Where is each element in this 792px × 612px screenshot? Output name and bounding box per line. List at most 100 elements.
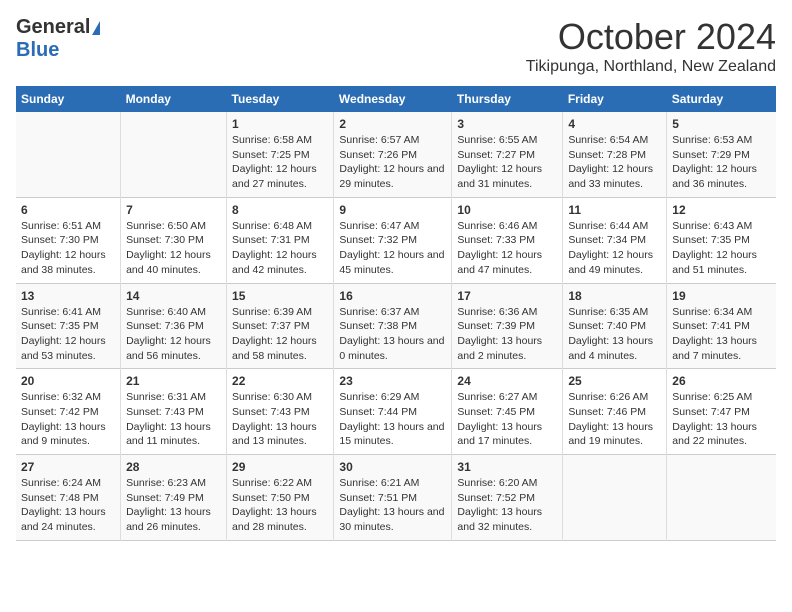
logo-general-text: General xyxy=(16,16,90,39)
month-title: October 2024 xyxy=(526,16,776,58)
day-info: Sunrise: 6:51 AM Sunset: 7:30 PM Dayligh… xyxy=(21,220,106,276)
day-info: Sunrise: 6:39 AM Sunset: 7:37 PM Dayligh… xyxy=(232,306,317,362)
calendar-cell xyxy=(121,112,227,197)
calendar-body: 1 Sunrise: 6:58 AM Sunset: 7:25 PM Daylig… xyxy=(16,112,776,540)
weekday-header-friday: Friday xyxy=(563,86,667,112)
weekday-header-monday: Monday xyxy=(121,86,227,112)
calendar-cell: 24 Sunrise: 6:27 AM Sunset: 7:45 PM Dayli… xyxy=(452,369,563,455)
calendar-cell: 8 Sunrise: 6:48 AM Sunset: 7:31 PM Daylig… xyxy=(227,197,334,283)
day-number: 1 xyxy=(232,117,328,131)
day-info: Sunrise: 6:29 AM Sunset: 7:44 PM Dayligh… xyxy=(339,391,444,447)
day-number: 21 xyxy=(126,374,221,388)
day-info: Sunrise: 6:30 AM Sunset: 7:43 PM Dayligh… xyxy=(232,391,317,447)
calendar-cell: 6 Sunrise: 6:51 AM Sunset: 7:30 PM Daylig… xyxy=(16,197,121,283)
day-number: 31 xyxy=(457,460,557,474)
day-number: 3 xyxy=(457,117,557,131)
day-info: Sunrise: 6:20 AM Sunset: 7:52 PM Dayligh… xyxy=(457,477,542,533)
calendar-cell: 2Sunrise: 6:57 AM Sunset: 7:26 PM Daylig… xyxy=(334,112,452,197)
day-number: 20 xyxy=(21,374,115,388)
day-info: Sunrise: 6:53 AM Sunset: 7:29 PM Dayligh… xyxy=(672,134,757,190)
day-info: Sunrise: 6:31 AM Sunset: 7:43 PM Dayligh… xyxy=(126,391,211,447)
day-number: 11 xyxy=(568,203,661,217)
weekday-header-row: SundayMondayTuesdayWednesdayThursdayFrid… xyxy=(16,86,776,112)
day-info: Sunrise: 6:50 AM Sunset: 7:30 PM Dayligh… xyxy=(126,220,211,276)
day-info: Sunrise: 6:35 AM Sunset: 7:40 PM Dayligh… xyxy=(568,306,653,362)
calendar-cell: 26 Sunrise: 6:25 AM Sunset: 7:47 PM Dayli… xyxy=(667,369,776,455)
title-area: October 2024 Tikipunga, Northland, New Z… xyxy=(526,16,776,76)
calendar-cell: 29Sunrise: 6:22 AM Sunset: 7:50 PM Dayli… xyxy=(227,455,334,541)
day-info: Sunrise: 6:54 AM Sunset: 7:28 PM Dayligh… xyxy=(568,134,653,190)
weekday-header-sunday: Sunday xyxy=(16,86,121,112)
day-number: 5 xyxy=(672,117,771,131)
day-number: 6 xyxy=(21,203,115,217)
day-number: 2 xyxy=(339,117,446,131)
weekday-header-saturday: Saturday xyxy=(667,86,776,112)
calendar-week-1: 1 Sunrise: 6:58 AM Sunset: 7:25 PM Daylig… xyxy=(16,112,776,197)
calendar-table: SundayMondayTuesdayWednesdayThursdayFrid… xyxy=(16,86,776,541)
day-number: 28 xyxy=(126,460,221,474)
calendar-cell: 31 Sunrise: 6:20 AM Sunset: 7:52 PM Dayli… xyxy=(452,455,563,541)
day-info: Sunrise: 6:41 AM Sunset: 7:35 PM Dayligh… xyxy=(21,306,106,362)
day-number: 8 xyxy=(232,203,328,217)
day-number: 24 xyxy=(457,374,557,388)
calendar-cell: 30 Sunrise: 6:21 AM Sunset: 7:51 PM Dayli… xyxy=(334,455,452,541)
weekday-header-tuesday: Tuesday xyxy=(227,86,334,112)
calendar-cell: 21 Sunrise: 6:31 AM Sunset: 7:43 PM Dayli… xyxy=(121,369,227,455)
day-number: 23 xyxy=(339,374,446,388)
day-info: Sunrise: 6:44 AM Sunset: 7:34 PM Dayligh… xyxy=(568,220,653,276)
logo-icon xyxy=(92,21,100,35)
calendar-cell: 9Sunrise: 6:47 AM Sunset: 7:32 PM Daylig… xyxy=(334,197,452,283)
day-number: 4 xyxy=(568,117,661,131)
weekday-header-thursday: Thursday xyxy=(452,86,563,112)
day-info: Sunrise: 6:21 AM Sunset: 7:51 PM Dayligh… xyxy=(339,477,444,533)
calendar-cell: 3 Sunrise: 6:55 AM Sunset: 7:27 PM Daylig… xyxy=(452,112,563,197)
header: General Blue October 2024 Tikipunga, Nor… xyxy=(16,16,776,76)
day-number: 12 xyxy=(672,203,771,217)
logo: General Blue xyxy=(16,16,100,62)
day-info: Sunrise: 6:27 AM Sunset: 7:45 PM Dayligh… xyxy=(457,391,542,447)
calendar-cell: 15 Sunrise: 6:39 AM Sunset: 7:37 PM Dayli… xyxy=(227,283,334,369)
day-number: 16 xyxy=(339,289,446,303)
calendar-cell: 19Sunrise: 6:34 AM Sunset: 7:41 PM Dayli… xyxy=(667,283,776,369)
day-info: Sunrise: 6:40 AM Sunset: 7:36 PM Dayligh… xyxy=(126,306,211,362)
calendar-cell: 11 Sunrise: 6:44 AM Sunset: 7:34 PM Dayli… xyxy=(563,197,667,283)
calendar-cell: 23 Sunrise: 6:29 AM Sunset: 7:44 PM Dayli… xyxy=(334,369,452,455)
calendar-week-5: 27Sunrise: 6:24 AM Sunset: 7:48 PM Dayli… xyxy=(16,455,776,541)
calendar-cell xyxy=(563,455,667,541)
day-info: Sunrise: 6:25 AM Sunset: 7:47 PM Dayligh… xyxy=(672,391,757,447)
day-number: 30 xyxy=(339,460,446,474)
day-number: 18 xyxy=(568,289,661,303)
day-info: Sunrise: 6:55 AM Sunset: 7:27 PM Dayligh… xyxy=(457,134,542,190)
day-number: 15 xyxy=(232,289,328,303)
calendar-cell: 27Sunrise: 6:24 AM Sunset: 7:48 PM Dayli… xyxy=(16,455,121,541)
day-info: Sunrise: 6:58 AM Sunset: 7:25 PM Dayligh… xyxy=(232,134,317,190)
day-number: 25 xyxy=(568,374,661,388)
calendar-cell: 20 Sunrise: 6:32 AM Sunset: 7:42 PM Dayli… xyxy=(16,369,121,455)
day-number: 14 xyxy=(126,289,221,303)
day-info: Sunrise: 6:32 AM Sunset: 7:42 PM Dayligh… xyxy=(21,391,106,447)
day-info: Sunrise: 6:48 AM Sunset: 7:31 PM Dayligh… xyxy=(232,220,317,276)
day-number: 26 xyxy=(672,374,771,388)
location-title: Tikipunga, Northland, New Zealand xyxy=(526,58,776,76)
calendar-cell: 14 Sunrise: 6:40 AM Sunset: 7:36 PM Dayli… xyxy=(121,283,227,369)
calendar-week-4: 20 Sunrise: 6:32 AM Sunset: 7:42 PM Dayli… xyxy=(16,369,776,455)
weekday-header-wednesday: Wednesday xyxy=(334,86,452,112)
calendar-cell xyxy=(667,455,776,541)
day-info: Sunrise: 6:43 AM Sunset: 7:35 PM Dayligh… xyxy=(672,220,757,276)
calendar-cell: 1 Sunrise: 6:58 AM Sunset: 7:25 PM Daylig… xyxy=(227,112,334,197)
day-number: 29 xyxy=(232,460,328,474)
day-number: 7 xyxy=(126,203,221,217)
calendar-cell: 13Sunrise: 6:41 AM Sunset: 7:35 PM Dayli… xyxy=(16,283,121,369)
logo-blue-text: Blue xyxy=(16,39,59,62)
day-info: Sunrise: 6:37 AM Sunset: 7:38 PM Dayligh… xyxy=(339,306,444,362)
calendar-cell: 28 Sunrise: 6:23 AM Sunset: 7:49 PM Dayli… xyxy=(121,455,227,541)
calendar-header: SundayMondayTuesdayWednesdayThursdayFrid… xyxy=(16,86,776,112)
calendar-cell: 7 Sunrise: 6:50 AM Sunset: 7:30 PM Daylig… xyxy=(121,197,227,283)
day-number: 17 xyxy=(457,289,557,303)
calendar-cell: 12 Sunrise: 6:43 AM Sunset: 7:35 PM Dayli… xyxy=(667,197,776,283)
calendar-cell: 10Sunrise: 6:46 AM Sunset: 7:33 PM Dayli… xyxy=(452,197,563,283)
day-info: Sunrise: 6:36 AM Sunset: 7:39 PM Dayligh… xyxy=(457,306,542,362)
calendar-cell xyxy=(16,112,121,197)
day-info: Sunrise: 6:23 AM Sunset: 7:49 PM Dayligh… xyxy=(126,477,211,533)
calendar-cell: 18 Sunrise: 6:35 AM Sunset: 7:40 PM Dayli… xyxy=(563,283,667,369)
